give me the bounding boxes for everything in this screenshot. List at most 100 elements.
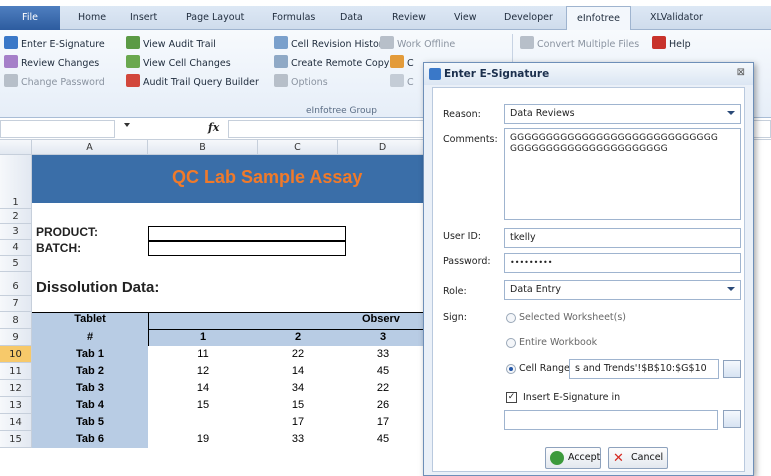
select-all-corner[interactable] [0,140,32,155]
table-cell[interactable]: 11 [148,348,258,360]
fx-icon[interactable]: fx [208,121,219,134]
table-cell[interactable]: 33 [338,348,428,360]
row-header-15[interactable]: 15 [0,431,32,448]
convert-multiple-files-button[interactable]: Convert Multiple Files [520,36,639,52]
tab-data[interactable]: Data [340,12,363,23]
table-cell[interactable]: 34 [258,382,338,394]
name-box[interactable] [0,120,115,138]
product-input-cell[interactable] [148,226,346,241]
sign-label: Sign: [443,312,467,323]
column-header-b[interactable]: B [148,140,258,155]
table-cell[interactable]: 22 [338,382,428,394]
review-changes-button[interactable]: Review Changes [4,55,99,71]
tab-home[interactable]: Home [78,12,106,23]
table-cell[interactable]: 19 [148,433,258,445]
extra-button-2[interactable]: C [390,74,414,90]
column-header-c[interactable]: C [258,140,338,155]
row-header-12[interactable]: 12 [0,380,32,397]
table-cell[interactable]: 17 [258,416,338,428]
table-cell[interactable]: 45 [338,365,428,377]
table-cell[interactable]: 17 [338,416,428,428]
row-header-1[interactable]: 1 [0,155,32,209]
accept-button[interactable]: Accept [545,447,601,469]
create-remote-copy-button[interactable]: Create Remote Copy [274,55,389,71]
tab-insert[interactable]: Insert [130,12,157,23]
table-cell[interactable]: 15 [258,399,338,411]
signature-icon [4,36,18,49]
audit-trail-query-builder-button[interactable]: Audit Trail Query Builder [126,74,259,90]
extra-button-1[interactable]: C [390,55,414,71]
row-header-5[interactable]: 5 [0,256,32,272]
close-icon[interactable]: ⊠ [737,67,745,78]
row-header-14[interactable]: 14 [0,414,32,431]
table-row: Tab 1 [76,348,104,360]
table-cell[interactable]: 12 [148,365,258,377]
audit-trail-icon [126,36,140,49]
tab-file[interactable]: File [0,6,60,30]
row-header-7[interactable]: 7 [0,296,32,312]
role-label: Role: [443,286,467,297]
name-box-dropdown-icon[interactable] [124,123,130,127]
radio-entire-workbook[interactable] [506,338,516,348]
enter-esignature-button[interactable]: Enter E-Signature [4,36,105,52]
table-cell[interactable]: 33 [258,433,338,445]
batch-input-cell[interactable] [148,241,346,256]
signature-icon [429,68,441,80]
table-cell[interactable]: 14 [258,365,338,377]
view-audit-trail-button[interactable]: View Audit Trail [126,36,216,52]
role-dropdown[interactable]: Data Entry [504,280,741,300]
tab-formulas[interactable]: Formulas [272,12,315,23]
chevron-down-icon [727,111,735,115]
cell-range-input[interactable]: s and Trends'!$B$10:$G$10 [569,359,719,379]
cell-revision-history-button[interactable]: Cell Revision History [274,36,388,52]
row-header-3[interactable]: 3 [0,224,32,240]
table-row: Tab 5 [76,416,104,428]
row-header-4[interactable]: 4 [0,240,32,256]
tab-developer[interactable]: Developer [504,12,553,23]
table-cell[interactable]: 14 [148,382,258,394]
tab-xlvalidator[interactable]: XLValidator [650,12,703,23]
tab-page-layout[interactable]: Page Layout [186,12,244,23]
tab-einfotree[interactable]: eInfotree [566,6,631,31]
tab-view[interactable]: View [454,12,477,23]
table-cell[interactable]: 45 [338,433,428,445]
password-icon [4,74,18,87]
work-offline-button[interactable]: Work Offline [380,36,455,52]
entire-workbook-option[interactable]: Entire Workbook [519,337,597,348]
reason-dropdown[interactable]: Data Reviews [504,104,741,124]
table-cell[interactable]: 15 [148,399,258,411]
row-header-9[interactable]: 9 [0,329,32,346]
userid-input[interactable]: tkelly [504,228,741,248]
insert-esig-checkbox[interactable]: ✓ [506,392,517,403]
dissolution-heading: Dissolution Data: [36,279,160,296]
row-header-11[interactable]: 11 [0,363,32,380]
row-header-10[interactable]: 10 [0,346,32,363]
view-cell-changes-button[interactable]: View Cell Changes [126,55,231,71]
document-icon [390,55,404,68]
tab-review[interactable]: Review [392,12,426,23]
target-picker-icon[interactable] [723,410,741,428]
help-icon [652,36,666,49]
range-picker-icon[interactable] [723,360,741,378]
radio-cell-range[interactable] [506,364,516,374]
options-button[interactable]: Options [274,74,328,90]
table-cell[interactable]: 26 [338,399,428,411]
insert-esig-target-input[interactable] [504,410,718,430]
cancel-button[interactable]: ✕ Cancel [608,447,668,469]
row-header-2[interactable]: 2 [0,209,32,224]
help-button[interactable]: Help [652,36,691,52]
ribbon-tabs: File Home Insert Page Layout Formulas Da… [0,6,771,31]
selected-worksheets-option[interactable]: Selected Worksheet(s) [519,312,626,323]
row-header-13[interactable]: 13 [0,397,32,414]
obs-col-1: 1 [199,331,207,343]
radio-selected-worksheets[interactable] [506,313,516,323]
row-header-6[interactable]: 6 [0,272,32,296]
column-header-a[interactable]: A [32,140,148,155]
column-header-d[interactable]: D [338,140,428,155]
cell-range-option[interactable]: Cell Range [519,363,570,374]
password-input[interactable]: ••••••••• [504,253,741,273]
comments-textarea[interactable]: GGGGGGGGGGGGGGGGGGGGGGGGGGGGG GGGGGGGGGG… [504,128,741,220]
change-password-button[interactable]: Change Password [4,74,105,90]
table-cell[interactable]: 22 [258,348,338,360]
row-header-8[interactable]: 8 [0,312,32,329]
